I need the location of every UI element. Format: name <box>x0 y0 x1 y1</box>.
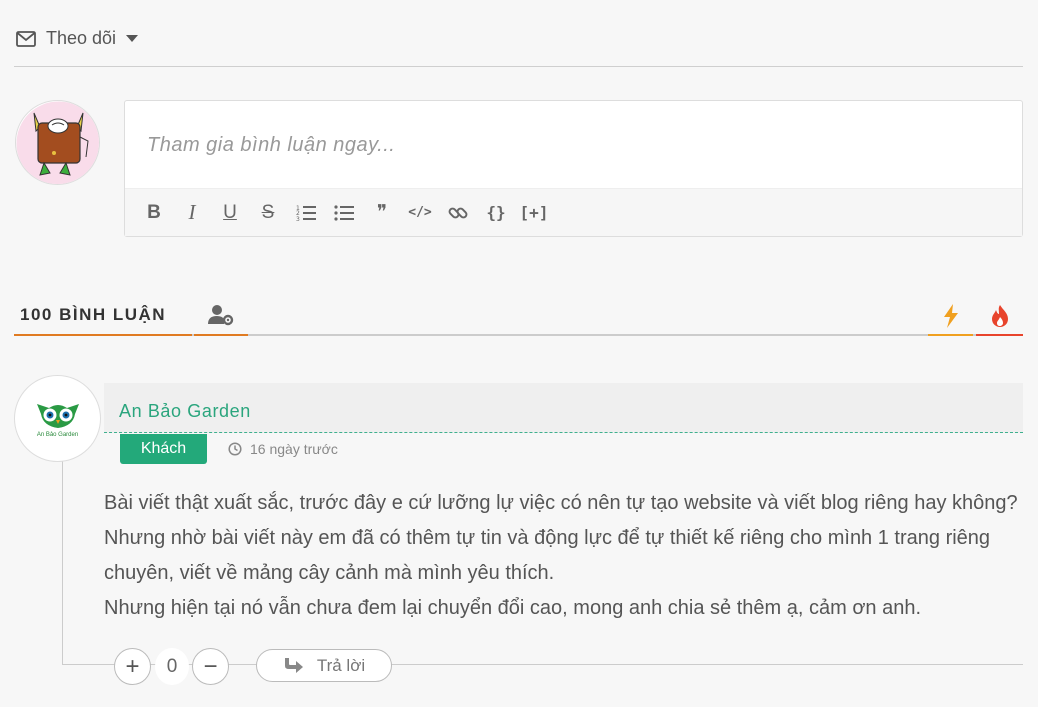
tab-user-settings[interactable] <box>194 296 248 336</box>
comment-paragraph: Bài viết thật xuất sắc, trước đây e cứ l… <box>104 492 1018 584</box>
owl-logo-icon <box>36 403 79 428</box>
comment-body: Bài viết thật xuất sắc, trước đây e cứ l… <box>104 486 1019 626</box>
timestamp-text: 16 ngày trước <box>250 441 338 457</box>
comment-editor: B I U S 123 ❞ </> {} [+] <box>124 100 1023 237</box>
commenter-avatar: An Bảo Garden <box>14 375 101 462</box>
editor-toolbar: B I U S 123 ❞ </> {} [+] <box>125 188 1022 236</box>
comment-input[interactable] <box>125 101 1022 189</box>
link-button[interactable] <box>443 198 473 228</box>
comment-paragraph: Nhưng hiện tại nó vẫn chưa đem lại chuyể… <box>104 597 922 619</box>
caret-down-icon <box>126 34 139 43</box>
user-cog-icon <box>208 305 234 326</box>
ordered-list-icon: 123 <box>296 205 316 222</box>
tab-comment-count[interactable]: 100 BÌNH LUẬN <box>14 296 192 336</box>
clock-icon <box>228 442 242 456</box>
follow-label: Theo dõi <box>46 28 117 48</box>
bolt-icon <box>943 304 958 328</box>
avatar-caption: An Bảo Garden <box>36 431 79 438</box>
ordered-list-button[interactable]: 123 <box>291 198 321 228</box>
fire-icon <box>991 305 1008 327</box>
reply-button[interactable]: Trả lời <box>256 649 392 682</box>
spoiler-button[interactable]: [+] <box>519 198 549 228</box>
divider <box>14 66 1023 67</box>
current-user-avatar <box>15 100 100 185</box>
bold-button[interactable]: B <box>139 198 169 228</box>
thread-line <box>62 460 63 664</box>
blockquote-button[interactable]: ❞ <box>367 198 397 228</box>
strikethrough-button[interactable]: S <box>253 198 283 228</box>
comment-tabs: 100 BÌNH LUẬN <box>14 296 1023 336</box>
comment-timestamp[interactable]: 16 ngày trước <box>228 441 338 457</box>
vote-count: 0 <box>155 648 189 685</box>
comment-header: An Bảo Garden <box>104 383 1023 433</box>
underline-button[interactable]: U <box>215 198 245 228</box>
upvote-button[interactable]: + <box>114 648 151 685</box>
link-icon <box>448 207 468 218</box>
bullet-list-button[interactable] <box>329 198 359 228</box>
svg-text:3: 3 <box>296 216 300 222</box>
code-block-button[interactable]: {} <box>481 198 511 228</box>
comment-author[interactable]: An Bảo Garden <box>119 401 251 422</box>
tab-newest[interactable] <box>928 296 973 336</box>
bullet-list-icon <box>334 204 354 221</box>
tab-hottest[interactable] <box>976 296 1023 336</box>
downvote-button[interactable]: − <box>192 648 229 685</box>
envelope-icon <box>16 30 36 47</box>
follow-button[interactable]: Theo dõi <box>16 28 139 49</box>
code-inline-button[interactable]: </> <box>405 198 435 228</box>
guest-badge: Khách <box>120 434 207 464</box>
italic-button[interactable]: I <box>177 198 207 228</box>
reply-arrow-icon <box>284 657 303 673</box>
reply-label: Trả lời <box>316 655 366 675</box>
